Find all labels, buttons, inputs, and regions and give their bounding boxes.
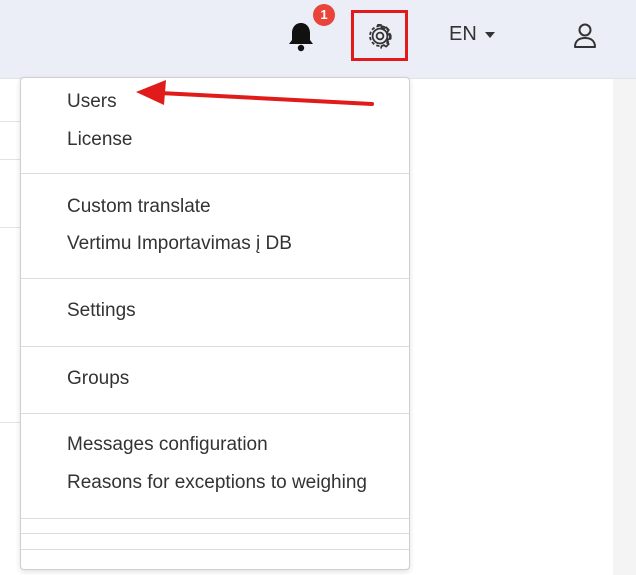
background-row-divider xyxy=(0,422,20,423)
notifications-button[interactable] xyxy=(283,18,319,54)
settings-dropdown-menu: Users License Custom translate Vertimu I… xyxy=(20,77,410,570)
background-row-divider xyxy=(0,227,20,228)
menu-item-custom-translate[interactable]: Custom translate xyxy=(67,196,211,218)
caret-down-icon xyxy=(484,31,495,38)
background-row-divider xyxy=(0,121,20,122)
menu-item-users[interactable]: Users xyxy=(67,91,117,113)
user-icon xyxy=(574,23,596,48)
menu-divider xyxy=(21,413,409,414)
top-navigation-bar: 1 EN xyxy=(0,0,636,79)
menu-item-groups[interactable]: Groups xyxy=(67,368,129,390)
notification-count-badge: 1 xyxy=(313,4,335,26)
menu-item-weighing-exceptions[interactable]: Reasons for exceptions to weighing xyxy=(67,472,367,494)
menu-divider xyxy=(21,346,409,347)
menu-item-license[interactable]: License xyxy=(67,129,133,151)
gear-icon xyxy=(369,24,392,49)
user-account-button[interactable] xyxy=(572,22,598,55)
menu-divider xyxy=(21,518,409,519)
language-selector[interactable]: EN xyxy=(449,23,495,46)
background-row-divider xyxy=(0,159,20,160)
menu-item-messages-configuration[interactable]: Messages configuration xyxy=(67,434,268,456)
settings-button[interactable] xyxy=(351,10,408,61)
background-panel xyxy=(613,79,636,575)
menu-divider xyxy=(21,173,409,174)
language-label: EN xyxy=(449,23,477,45)
menu-divider xyxy=(21,533,409,534)
menu-divider xyxy=(21,549,409,550)
menu-item-settings[interactable]: Settings xyxy=(67,300,136,322)
bell-icon xyxy=(289,23,313,52)
menu-item-translation-import[interactable]: Vertimu Importavimas į DB xyxy=(67,233,292,255)
menu-divider xyxy=(21,278,409,279)
